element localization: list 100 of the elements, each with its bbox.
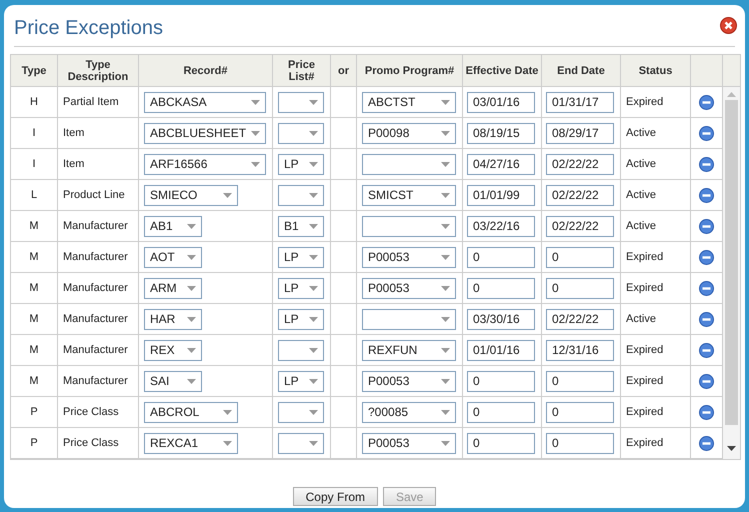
remove-icon[interactable] <box>699 436 714 450</box>
record-select[interactable]: REX <box>144 340 202 360</box>
record-select[interactable]: REXCA1 <box>144 432 238 454</box>
price-list-select[interactable] <box>278 92 324 112</box>
date-field[interactable]: 0 <box>467 432 535 454</box>
table-cell-text: M <box>29 312 39 327</box>
caret-icon <box>187 348 196 352</box>
record-select[interactable]: ARM <box>144 278 202 298</box>
remove-icon[interactable] <box>699 188 714 202</box>
date-field[interactable]: 03/01/16 <box>467 92 535 112</box>
caret-icon <box>309 348 318 352</box>
price-list-select[interactable] <box>278 402 324 422</box>
promo-select[interactable]: P00098 <box>362 122 456 144</box>
date-field[interactable]: 0 <box>467 370 535 392</box>
column-header: Status <box>638 64 674 76</box>
remove-icon[interactable] <box>699 126 714 140</box>
price-list-select[interactable] <box>278 122 324 144</box>
caret-icon <box>441 192 450 198</box>
caret-icon <box>441 286 450 290</box>
price-list-select[interactable]: B1 <box>278 216 324 236</box>
remove-icon[interactable] <box>699 280 714 296</box>
price-list-select[interactable]: LP <box>278 370 324 392</box>
status-text: Expired <box>626 280 664 296</box>
price-list-select[interactable]: LP <box>278 308 324 330</box>
record-select[interactable]: SMIECO <box>144 184 238 206</box>
date-field[interactable]: 02/22/22 <box>546 184 614 206</box>
promo-select[interactable]: P00053 <box>362 432 456 454</box>
price-list-select[interactable]: LP <box>278 154 324 174</box>
close-icon[interactable] <box>720 17 737 34</box>
date-field[interactable]: 02/22/22 <box>546 154 614 174</box>
table-cell-text: Item <box>63 126 84 141</box>
price-list-select[interactable] <box>278 184 324 206</box>
date-field[interactable]: 0 <box>546 246 614 268</box>
date-field[interactable]: 02/22/22 <box>546 308 614 330</box>
promo-select[interactable]: P00053 <box>362 278 456 298</box>
dialog-title: Price Exceptions <box>14 16 163 40</box>
scroll-thumb[interactable] <box>725 100 738 425</box>
remove-icon[interactable] <box>699 156 714 172</box>
record-select[interactable]: ABCROL <box>144 402 238 422</box>
caret-icon <box>441 100 450 104</box>
date-field[interactable]: 03/22/16 <box>467 216 535 236</box>
date-field[interactable]: 0 <box>546 432 614 454</box>
remove-icon[interactable] <box>699 94 714 110</box>
date-field[interactable]: 01/31/17 <box>546 92 614 112</box>
price-list-select[interactable]: LP <box>278 278 324 298</box>
caret-icon <box>441 130 450 136</box>
promo-select[interactable]: P00053 <box>362 370 456 392</box>
date-field[interactable]: 08/29/17 <box>546 122 614 144</box>
remove-icon[interactable] <box>699 312 714 326</box>
date-field[interactable]: 03/30/16 <box>467 308 535 330</box>
remove-icon[interactable] <box>699 374 714 388</box>
date-field[interactable]: 04/27/16 <box>467 154 535 174</box>
promo-select[interactable]: REXFUN <box>362 340 456 360</box>
promo-select[interactable] <box>362 216 456 236</box>
promo-select[interactable] <box>362 154 456 174</box>
date-field[interactable]: 12/31/16 <box>546 340 614 360</box>
date-field[interactable]: 0 <box>467 402 535 422</box>
caret-icon <box>441 224 450 228</box>
table-cell-text: M <box>29 250 39 265</box>
record-select[interactable]: ABCBLUESHEET <box>144 122 266 144</box>
promo-select[interactable]: SMICST <box>362 184 456 206</box>
record-select[interactable]: AB1 <box>144 216 202 236</box>
table-cell-text: Manufacturer <box>63 374 128 389</box>
date-field[interactable]: 08/19/15 <box>467 122 535 144</box>
remove-icon[interactable] <box>699 342 714 358</box>
price-list-select[interactable] <box>278 340 324 360</box>
date-field[interactable]: 01/01/99 <box>467 184 535 206</box>
date-field[interactable]: 02/22/22 <box>546 216 614 236</box>
scroll-down-icon[interactable] <box>727 446 736 451</box>
record-select[interactable]: SAI <box>144 370 202 392</box>
table-cell-text: Item <box>63 156 84 172</box>
promo-select[interactable]: ABCTST <box>362 92 456 112</box>
promo-select[interactable]: ?00085 <box>362 402 456 422</box>
column-header: Type Description <box>66 58 130 82</box>
remove-icon[interactable] <box>699 404 714 420</box>
date-field[interactable]: 01/01/16 <box>467 340 535 360</box>
action-button[interactable]: Copy From <box>292 487 378 506</box>
date-field[interactable]: 0 <box>467 278 535 298</box>
scrollbar[interactable] <box>723 87 740 459</box>
record-select[interactable]: HAR <box>144 308 202 330</box>
promo-select[interactable]: P00053 <box>362 246 456 268</box>
date-field[interactable]: 0 <box>467 246 535 268</box>
price-list-select[interactable] <box>278 432 324 454</box>
date-field[interactable]: 0 <box>546 278 614 298</box>
remove-icon[interactable] <box>699 250 714 264</box>
date-field[interactable]: 0 <box>546 402 614 422</box>
status-text: Active <box>626 126 656 141</box>
caret-icon <box>223 440 232 446</box>
record-select[interactable]: AOT <box>144 246 202 268</box>
status-text: Expired <box>626 250 664 265</box>
date-field[interactable]: 0 <box>546 370 614 392</box>
remove-icon[interactable] <box>699 218 714 234</box>
table-cell-text: L <box>30 188 38 203</box>
promo-select[interactable] <box>362 308 456 330</box>
price-list-select[interactable]: LP <box>278 246 324 268</box>
record-select[interactable]: ARF16566 <box>144 154 266 174</box>
caret-icon <box>441 316 450 322</box>
record-select[interactable]: ABCKASA <box>144 92 266 112</box>
caret-icon <box>187 254 196 260</box>
caret-icon <box>251 162 260 166</box>
